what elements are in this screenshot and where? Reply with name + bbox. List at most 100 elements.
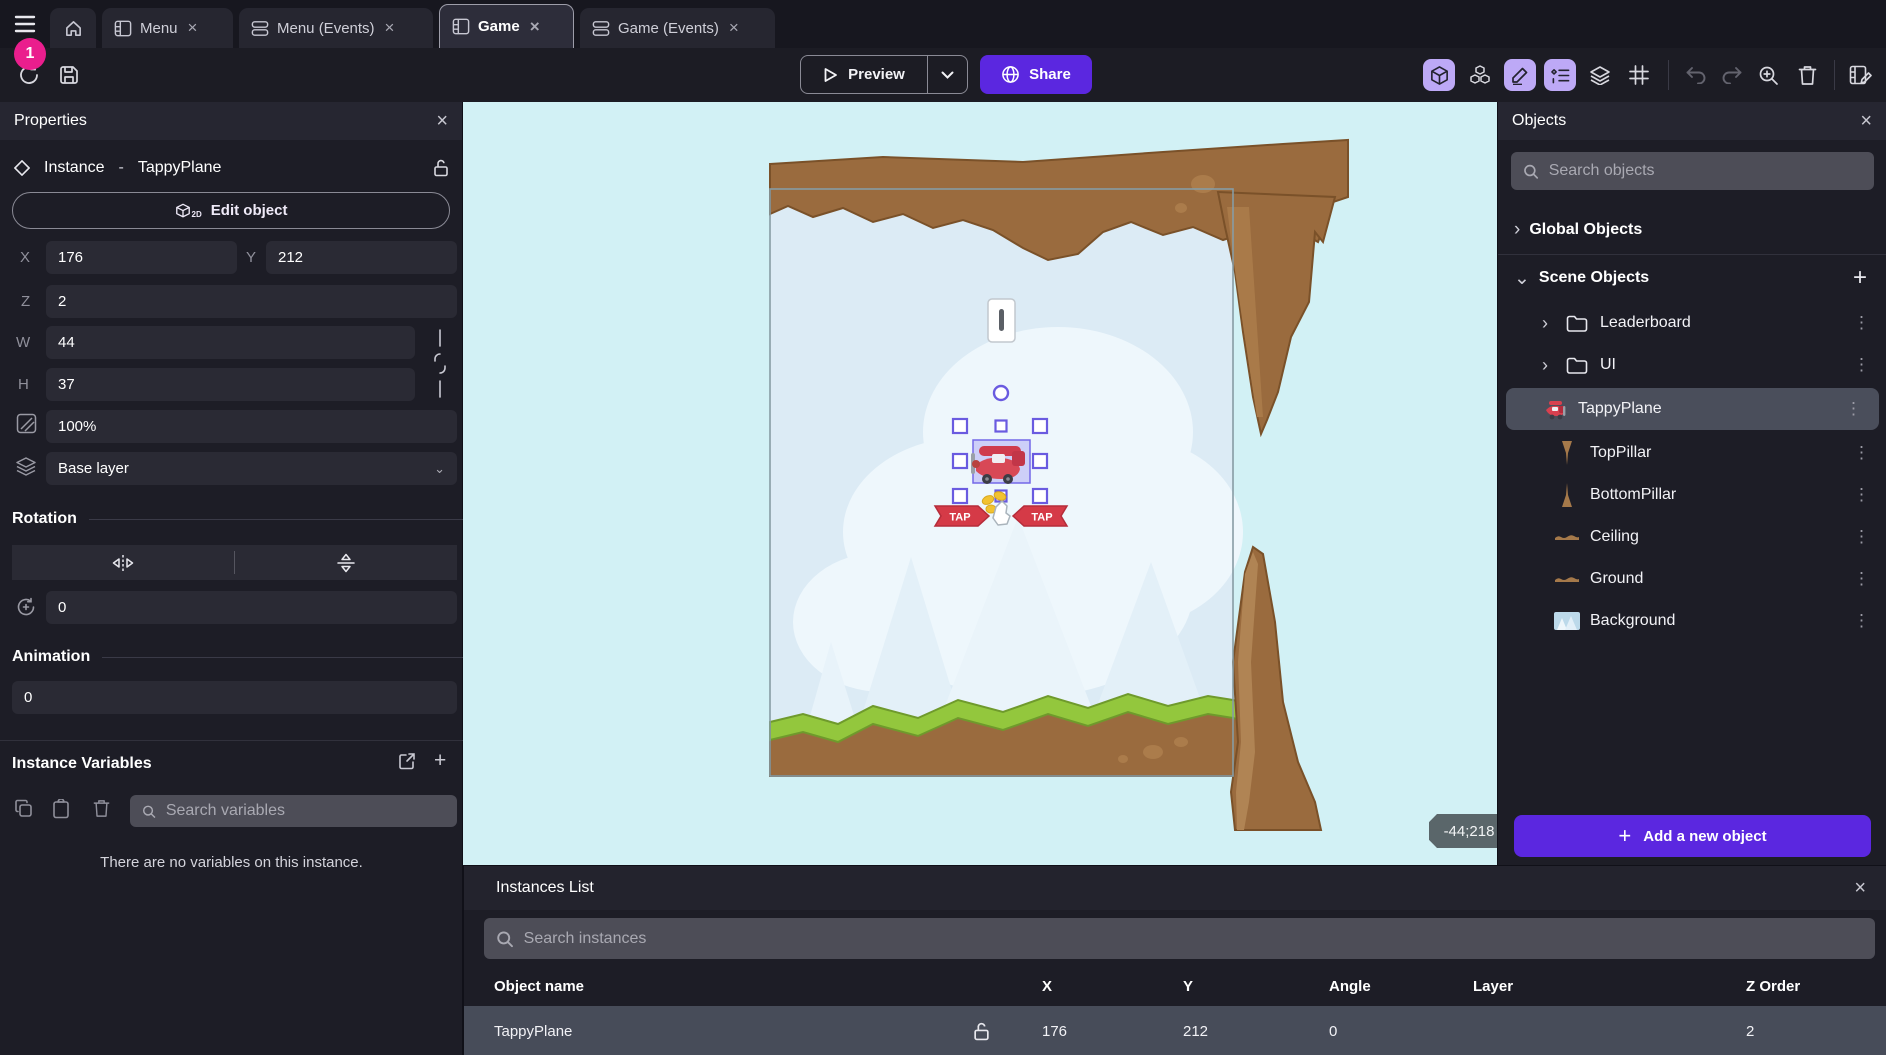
object-item-bottompillar[interactable]: BottomPillar ⋮ — [1498, 474, 1886, 516]
kebab-menu-icon[interactable]: ⋮ — [1837, 443, 1886, 463]
flip-vertical-button[interactable] — [235, 545, 457, 580]
copy-icon[interactable] — [14, 799, 33, 818]
grid-icon[interactable] — [1623, 59, 1655, 91]
preview-options-button[interactable] — [927, 56, 967, 93]
add-object-icon[interactable]: + — [1853, 264, 1871, 292]
z-field[interactable] — [46, 285, 457, 318]
y-field[interactable] — [266, 241, 457, 274]
search-variables-box[interactable] — [130, 795, 457, 827]
layers-icon[interactable] — [1584, 59, 1616, 91]
tab-menu[interactable]: Menu × — [102, 8, 233, 48]
object-item-ceiling[interactable]: Ceiling ⋮ — [1498, 516, 1886, 558]
instance-row-tappyplane[interactable]: TappyPlane 176 212 0 2 — [464, 1006, 1886, 1055]
animation-field[interactable] — [12, 681, 457, 714]
share-button[interactable]: Share — [980, 55, 1092, 94]
column-object-name[interactable]: Object name — [464, 978, 1014, 995]
plane-sprite[interactable] — [971, 440, 1030, 484]
close-icon[interactable]: × — [436, 111, 448, 131]
kebab-menu-icon[interactable]: ⋮ — [1837, 313, 1886, 333]
object-item-ground[interactable]: Ground ⋮ — [1498, 558, 1886, 600]
instance-properties-icon[interactable] — [1544, 59, 1576, 91]
layer-select[interactable]: ⌄ — [46, 452, 457, 485]
close-icon[interactable]: × — [1854, 878, 1866, 898]
search-instances-input[interactable] — [524, 930, 1863, 948]
edit-scene-events-icon[interactable] — [1844, 59, 1876, 91]
bottom-pillar[interactable] — [1231, 547, 1321, 830]
object-item-toppillar[interactable]: TopPillar ⋮ — [1498, 432, 1886, 474]
toolbar-separator — [1834, 60, 1835, 90]
edit-object-button[interactable]: 2D Edit object — [12, 192, 450, 229]
object-item-label: TappyPlane — [1578, 400, 1819, 418]
object-item-label: TopPillar — [1590, 444, 1827, 462]
object-item-ui[interactable]: › UI ⋮ — [1498, 344, 1886, 386]
zoom-in-icon[interactable] — [1752, 59, 1784, 91]
pause-button-sprite[interactable] — [988, 299, 1015, 342]
undo-icon[interactable] — [1680, 59, 1712, 91]
x-field[interactable] — [46, 241, 237, 274]
kebab-menu-icon[interactable]: ⋮ — [1829, 399, 1879, 419]
global-objects-section[interactable]: › Global Objects — [1498, 212, 1886, 248]
object-item-label: BottomPillar — [1590, 486, 1827, 504]
object-item-label: Ceiling — [1590, 528, 1827, 546]
delete-variable-icon[interactable] — [93, 799, 110, 818]
column-y[interactable]: Y — [1159, 978, 1305, 995]
rotate-icon — [14, 595, 38, 619]
objects-blocks-icon[interactable] — [1464, 59, 1496, 91]
edit-mode-pencil-icon[interactable] — [1504, 59, 1536, 91]
instance-name: TappyPlane — [138, 159, 222, 177]
tab-game-events[interactable]: Game (Events) × — [580, 8, 775, 48]
tab-home[interactable] — [50, 8, 96, 48]
kebab-menu-icon[interactable]: ⋮ — [1837, 485, 1886, 505]
close-icon[interactable]: × — [727, 18, 741, 38]
close-icon[interactable]: × — [528, 17, 542, 37]
instance-variables-title: Instance Variables — [12, 755, 152, 773]
rotation-handle[interactable] — [994, 386, 1008, 400]
paste-icon[interactable] — [52, 799, 70, 819]
kebab-menu-icon[interactable]: ⋮ — [1837, 611, 1886, 631]
object-item-background[interactable]: Background ⋮ — [1498, 600, 1886, 642]
open-in-editor-icon[interactable] — [398, 752, 416, 770]
search-objects-input[interactable] — [1549, 162, 1862, 180]
background-thumbnail-icon — [1554, 612, 1580, 630]
opacity-field[interactable] — [46, 410, 457, 443]
preview-button[interactable]: Preview — [801, 56, 927, 93]
hamburger-menu-icon[interactable] — [8, 10, 42, 38]
kebab-menu-icon[interactable]: ⋮ — [1837, 355, 1886, 375]
flip-horizontal-button[interactable] — [12, 545, 234, 580]
object-item-label: Background — [1590, 612, 1827, 630]
instance-name-cell: TappyPlane — [464, 1023, 948, 1040]
animation-section-title: Animation — [12, 648, 90, 666]
unlock-icon[interactable] — [433, 159, 449, 177]
close-icon[interactable]: × — [383, 18, 397, 38]
column-x[interactable]: X — [1014, 978, 1159, 995]
redo-icon[interactable] — [1716, 59, 1748, 91]
scene-objects-section[interactable]: ⌄ Scene Objects + — [1498, 260, 1886, 296]
top-pillar[interactable] — [1218, 192, 1335, 434]
tab-game[interactable]: Game × — [439, 4, 574, 48]
column-layer[interactable]: Layer — [1449, 978, 1722, 995]
object-item-leaderboard[interactable]: › Leaderboard ⋮ — [1498, 302, 1886, 344]
search-objects-box[interactable] — [1511, 152, 1874, 190]
scene-editor-canvas[interactable]: TAP TAP -44;218 — [463, 102, 1497, 865]
lock-ratio-toggle[interactable] — [427, 326, 453, 401]
toggle-3d-view-icon[interactable] — [1423, 59, 1455, 91]
add-new-object-button[interactable]: + Add a new object — [1514, 815, 1871, 857]
w-field[interactable] — [46, 326, 415, 359]
search-instances-box[interactable] — [484, 918, 1875, 959]
close-icon[interactable]: × — [186, 18, 200, 38]
kebab-menu-icon[interactable]: ⋮ — [1837, 569, 1886, 589]
kebab-menu-icon[interactable]: ⋮ — [1837, 527, 1886, 547]
object-item-tappyplane[interactable]: TappyPlane ⋮ — [1506, 388, 1879, 430]
tab-bar: Menu × Menu (Events) × Game × Game (Even… — [0, 0, 1886, 48]
h-field[interactable] — [46, 368, 415, 401]
rotation-field[interactable] — [46, 591, 457, 624]
tab-menu-events[interactable]: Menu (Events) × — [239, 8, 433, 48]
column-z-order[interactable]: Z Order — [1722, 978, 1886, 995]
close-icon[interactable]: × — [1860, 111, 1872, 131]
unlock-icon[interactable] — [948, 1022, 1014, 1041]
search-variables-input[interactable] — [166, 802, 445, 820]
column-angle[interactable]: Angle — [1305, 978, 1449, 995]
add-variable-icon[interactable]: + — [434, 752, 446, 770]
trash-icon[interactable] — [1791, 59, 1823, 91]
save-icon[interactable] — [53, 59, 85, 91]
